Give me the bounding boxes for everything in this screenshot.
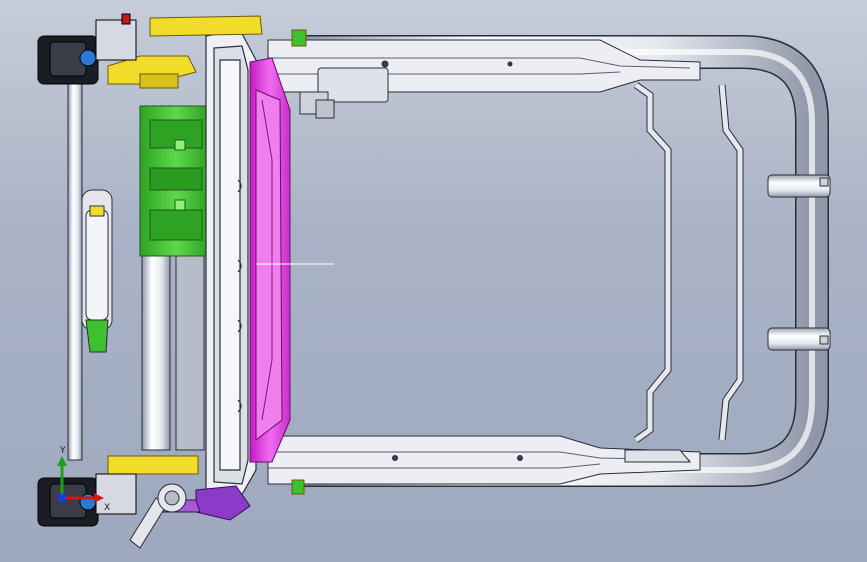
main-cross-beam[interactable] — [205, 29, 257, 499]
triad-y-label: Y — [59, 446, 66, 456]
green-bracket[interactable] — [139, 105, 213, 257]
inner-wire-frame[interactable] — [633, 82, 744, 443]
bottom-recliner-motor[interactable] — [37, 473, 137, 527]
lever-handle[interactable] — [129, 483, 187, 549]
rear-loop-tube[interactable] — [300, 35, 831, 487]
triad-x-label: X — [104, 503, 110, 513]
cad-graphics-viewport[interactable]: Y X — [0, 0, 867, 562]
magenta-panel[interactable] — [249, 57, 334, 463]
